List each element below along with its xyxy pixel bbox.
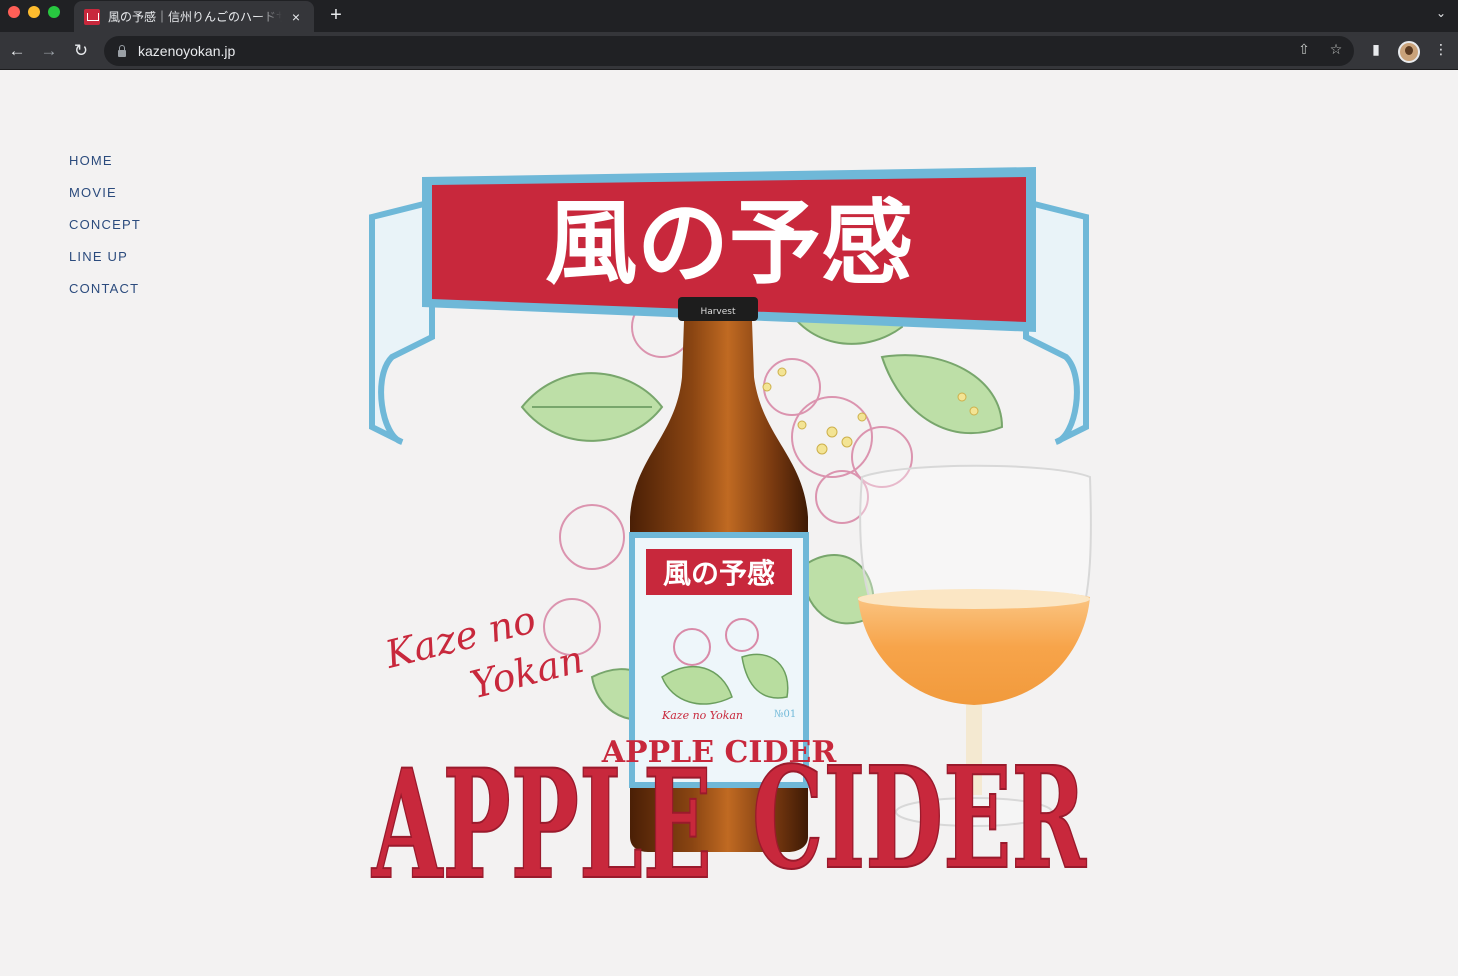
tab-close-icon[interactable]: ×: [288, 9, 304, 25]
hero-illustration: 風の予感 Kaze no Yokan Harvest 風の予感 Kaze no …: [369, 167, 1092, 892]
banner-title: 風の予感: [545, 189, 913, 297]
label-script: Kaze no Yokan: [661, 709, 743, 722]
share-icon[interactable]: ⇧: [1294, 41, 1314, 58]
new-tab-button[interactable]: +: [326, 4, 346, 26]
side-panel-icon[interactable]: ▮: [1366, 41, 1386, 58]
close-window-button[interactable]: [8, 6, 20, 18]
reload-icon[interactable]: ↻: [70, 40, 92, 62]
label-banner-text: 風の予感: [663, 557, 775, 590]
bottle-cap-text: Harvest: [700, 307, 736, 317]
url-text[interactable]: kazenoyokan.jp: [138, 43, 235, 59]
script-logo: Kaze no Yokan: [380, 597, 588, 707]
nav-item-movie[interactable]: MOVIE: [69, 185, 141, 217]
browser-toolbar: ← → ↻ kazenoyokan.jp ⇧ ☆ ▮ ⋮: [0, 32, 1458, 70]
nav-item-line-up[interactable]: LINE UP: [69, 249, 141, 281]
label-number: №01: [774, 709, 796, 720]
nav-item-concept[interactable]: CONCEPT: [69, 217, 141, 249]
site-favicon-icon: [84, 8, 100, 25]
page-content: HOME MOVIE CONCEPT LINE UP CONTACT 風の予感 …: [0, 71, 1458, 976]
nav-item-contact[interactable]: CONTACT: [69, 281, 141, 313]
big-word-apple: APPLE: [371, 737, 712, 892]
bookmark-star-icon[interactable]: ☆: [1326, 41, 1346, 58]
minimize-window-button[interactable]: [28, 6, 40, 18]
zoom-window-button[interactable]: [48, 6, 60, 18]
big-word-cider: CIDER: [752, 737, 1087, 892]
tab-title: 風の予感｜信州りんごのハードサイダー: [108, 10, 282, 24]
address-bar[interactable]: kazenoyokan.jp ⇧ ☆: [104, 36, 1354, 66]
lock-icon[interactable]: [118, 44, 126, 57]
forward-arrow-icon[interactable]: →: [38, 40, 60, 62]
profile-avatar[interactable]: [1398, 41, 1420, 63]
site-nav: HOME MOVIE CONCEPT LINE UP CONTACT: [69, 153, 141, 313]
back-arrow-icon[interactable]: ←: [6, 40, 28, 62]
chevron-down-icon[interactable]: ⌄: [1436, 6, 1446, 20]
nav-item-home[interactable]: HOME: [69, 153, 141, 185]
more-menu-icon[interactable]: ⋮: [1431, 41, 1451, 58]
browser-tab-strip: 風の予感｜信州りんごのハードサイダー × + ⌄: [0, 0, 1458, 32]
active-tab[interactable]: 風の予感｜信州りんごのハードサイダー ×: [74, 1, 314, 32]
